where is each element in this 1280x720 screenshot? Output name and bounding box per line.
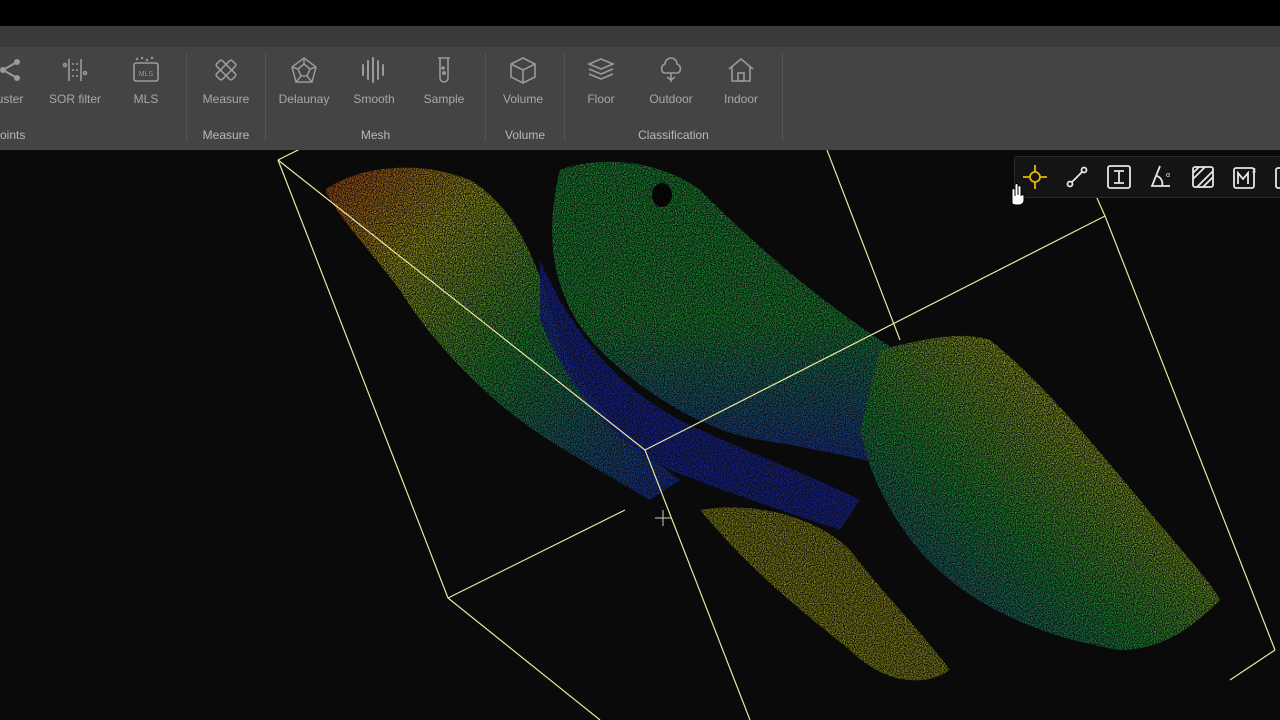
smooth-icon: [359, 55, 389, 85]
sample-label: Sample: [423, 92, 465, 106]
ribbon-group-points: uster SOR filter MLS MLS oints: [0, 47, 186, 150]
measure-icon: [211, 55, 241, 85]
indoor-icon: [726, 55, 756, 85]
area-measure-icon: [1192, 166, 1214, 188]
ribbon-group-label: Measure: [202, 128, 250, 142]
cluster-icon: [0, 55, 25, 85]
outdoor-icon: [656, 55, 686, 85]
ribbon-group-label: Volume: [504, 128, 546, 142]
sor-filter-label: SOR filter: [48, 92, 101, 106]
window-top-bar: [0, 0, 1280, 47]
mls-button[interactable]: MLS MLS: [111, 55, 181, 106]
height-measure-icon: [1107, 165, 1131, 189]
mls-icon: MLS: [131, 55, 161, 85]
angle-measure-icon: α: [1150, 165, 1170, 187]
hand-cursor-icon: [1011, 183, 1025, 206]
more-tools-button[interactable]: [1272, 162, 1280, 192]
cluster-button[interactable]: uster: [0, 55, 45, 106]
volume-label: Volume: [502, 92, 544, 106]
angle-measure-button[interactable]: α: [1146, 162, 1176, 192]
sample-button[interactable]: Sample: [409, 55, 479, 106]
floor-icon: [586, 55, 616, 85]
delaunay-icon: [289, 55, 319, 85]
distance-measure-button[interactable]: [1062, 162, 1092, 192]
measure-button[interactable]: Measure: [191, 55, 261, 106]
more-tools-icon: [1275, 167, 1280, 189]
mls-label: MLS: [133, 92, 159, 106]
height-measure-button[interactable]: [1104, 162, 1134, 192]
ribbon-group-label: oints: [0, 128, 26, 142]
measure-label: Measure: [202, 92, 250, 106]
viewport-crosshair: [655, 510, 671, 526]
ribbon-group-label: Mesh: [360, 128, 391, 142]
ribbon-group-classification: Floor Outdoor Indoor Classification: [565, 47, 782, 150]
measure-floating-toolbar: α 3: [1014, 156, 1280, 198]
smooth-label: Smooth: [353, 92, 395, 106]
sample-icon: [429, 55, 459, 85]
cluster-label: uster: [0, 92, 24, 106]
floor-button[interactable]: Floor: [566, 55, 636, 106]
sor-filter-icon: [60, 55, 90, 85]
delaunay-label: Delaunay: [278, 92, 330, 106]
point-cloud[interactable]: [325, 161, 1220, 681]
svg-text:3: 3: [1252, 168, 1256, 175]
svg-text:α: α: [1166, 172, 1170, 179]
ribbon-group-mesh: Delaunay Smooth Sample Mesh: [266, 47, 485, 150]
delaunay-button[interactable]: Delaunay: [269, 55, 339, 106]
indoor-label: Indoor: [723, 92, 759, 106]
smooth-button[interactable]: Smooth: [339, 55, 409, 106]
outdoor-label: Outdoor: [649, 92, 693, 106]
distance-measure-icon: [1066, 166, 1088, 188]
sor-filter-button[interactable]: SOR filter: [40, 55, 110, 106]
svg-text:MLS: MLS: [139, 71, 154, 78]
area-measure-button[interactable]: [1188, 162, 1218, 192]
volume-measure-icon: 3: [1233, 167, 1256, 189]
outdoor-button[interactable]: Outdoor: [636, 55, 706, 106]
indoor-button[interactable]: Indoor: [706, 55, 776, 106]
ribbon-group-measure: Measure Measure: [187, 47, 265, 150]
floor-label: Floor: [587, 92, 615, 106]
ribbon-group-label: Classification: [638, 128, 709, 142]
volume-icon: [508, 55, 538, 85]
3d-viewport[interactable]: [0, 150, 1280, 720]
ribbon-separator: [782, 53, 783, 141]
volume-button[interactable]: Volume: [488, 55, 558, 106]
ribbon-group-volume: Volume Volume: [486, 47, 564, 150]
volume-measure-button[interactable]: 3: [1230, 162, 1260, 192]
ribbon-toolbar: uster SOR filter MLS MLS oints Measure M…: [0, 47, 1280, 150]
